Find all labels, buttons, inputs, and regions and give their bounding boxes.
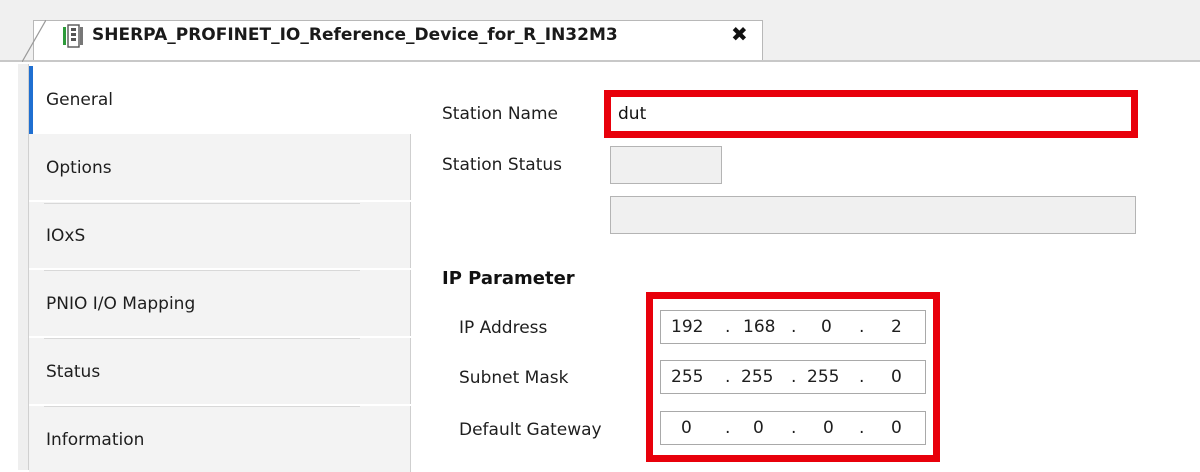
close-icon[interactable]: ✖: [731, 22, 748, 46]
tab-strip-divider: [0, 60, 1200, 62]
ip-octet-1[interactable]: 255: [671, 367, 703, 387]
ip-separator: .: [791, 418, 797, 438]
ip-separator: .: [859, 317, 865, 337]
ip-octet-4[interactable]: 0: [891, 418, 902, 438]
ip-octet-1[interactable]: 0: [681, 418, 692, 438]
sidebar-divider: [44, 203, 360, 204]
ip-separator: .: [725, 418, 731, 438]
subnet-mask-input[interactable]: 255 . 255 . 255 . 0: [660, 360, 926, 394]
sidebar-item-label: Information: [46, 430, 145, 450]
sidebar-item-label: Options: [46, 158, 112, 178]
ip-octet-3[interactable]: 255: [807, 367, 839, 387]
station-status-label: Station Status: [442, 155, 563, 175]
sidebar-divider: [44, 406, 360, 407]
sidebar-item-label: IOxS: [46, 226, 86, 246]
ip-octet-3[interactable]: 0: [821, 317, 832, 337]
tab-title: SHERPA_PROFINET_IO_Reference_Device_for_…: [92, 25, 618, 45]
subnet-mask-label: Subnet Mask: [459, 368, 569, 388]
ip-octet-2[interactable]: 0: [753, 418, 764, 438]
sidebar-item-status[interactable]: Status: [29, 338, 411, 404]
station-name-input[interactable]: [612, 97, 1134, 131]
ip-address-input[interactable]: 192 . 168 . 0 . 2: [660, 310, 926, 344]
ip-separator: .: [725, 317, 731, 337]
sidebar-item-information[interactable]: Information: [29, 406, 411, 472]
ip-separator: .: [859, 367, 865, 387]
sidebar-item-label: PNIO I/O Mapping: [46, 294, 196, 314]
panel-left-border: [18, 64, 29, 470]
sidebar-item-ioxs[interactable]: IOxS: [29, 202, 411, 268]
default-gateway-input[interactable]: 0 . 0 . 0 . 0: [660, 411, 926, 445]
tab-edge: [22, 20, 46, 62]
ip-separator: .: [791, 367, 797, 387]
sidebar-divider: [44, 270, 360, 271]
sidebar-divider: [44, 338, 360, 339]
ip-octet-1[interactable]: 192: [671, 317, 703, 337]
ip-parameter-heading: IP Parameter: [442, 268, 575, 289]
sidebar-item-general[interactable]: General: [29, 66, 411, 132]
station-name-label: Station Name: [442, 104, 558, 124]
sidebar-item-options[interactable]: Options: [29, 134, 411, 200]
ip-address-label: IP Address: [459, 318, 548, 338]
ip-octet-3[interactable]: 0: [823, 418, 834, 438]
default-gateway-label: Default Gateway: [459, 420, 602, 440]
ip-octet-2[interactable]: 168: [743, 317, 775, 337]
sidebar-item-label: General: [46, 90, 113, 110]
ip-separator: .: [725, 367, 731, 387]
ip-separator: .: [791, 317, 797, 337]
ip-octet-4[interactable]: 0: [891, 367, 902, 387]
sidebar-item-label: Status: [46, 362, 101, 382]
ip-octet-4[interactable]: 2: [891, 317, 902, 337]
device-icon: [63, 24, 83, 48]
ip-octet-2[interactable]: 255: [741, 367, 773, 387]
ip-separator: .: [859, 418, 865, 438]
sidebar-item-pnio-io-mapping[interactable]: PNIO I/O Mapping: [29, 270, 411, 336]
station-status-field: [610, 146, 722, 184]
active-indicator: [29, 66, 33, 134]
station-status-text-field: [610, 196, 1136, 234]
